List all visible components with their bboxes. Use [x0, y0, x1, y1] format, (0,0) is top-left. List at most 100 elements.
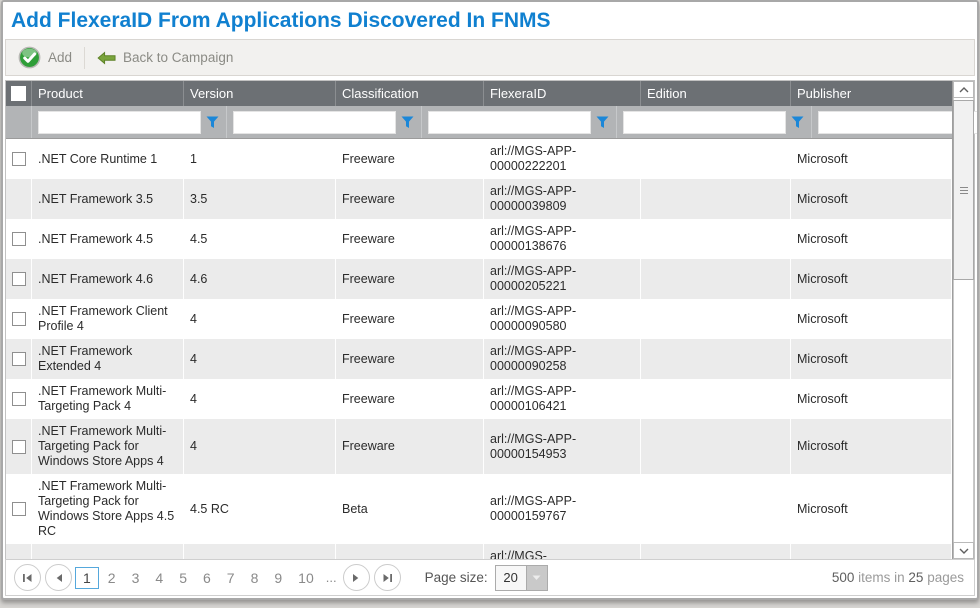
- pager-page[interactable]: 8: [244, 568, 266, 588]
- cell-classification: Beta: [342, 502, 477, 517]
- cell-version: 1: [190, 152, 329, 167]
- pager-page[interactable]: 9: [267, 568, 289, 588]
- pager-page[interactable]: 10: [291, 568, 321, 588]
- back-to-campaign-button[interactable]: Back to Campaign: [91, 47, 239, 68]
- scrollbar-thumb[interactable]: [953, 100, 974, 280]
- table-row[interactable]: .NET Framework Multi-Targeting Pack 4 4 …: [6, 379, 952, 419]
- filter-input-version[interactable]: [233, 111, 396, 134]
- add-check-circle-icon: [18, 46, 41, 69]
- applications-grid: Product Version Classification FlexeraID…: [5, 80, 975, 559]
- cell-classification: Freeware: [342, 152, 477, 167]
- page-title: Add FlexeraID From Applications Discover…: [11, 9, 969, 33]
- cell-publisher: Microsoft: [797, 439, 945, 454]
- cell-publisher: Microsoft: [797, 312, 945, 327]
- cell-product: .NET Framework 3.5: [38, 192, 177, 207]
- page-size-value: 20: [496, 566, 526, 590]
- cell-version: 4: [190, 352, 329, 367]
- cell-classification: Freeware: [342, 439, 477, 454]
- add-button-label: Add: [48, 50, 72, 65]
- row-checkbox[interactable]: [12, 440, 26, 454]
- filter-input-flexeraid[interactable]: [623, 111, 786, 134]
- cell-version: 4: [190, 392, 329, 407]
- cell-publisher: Microsoft: [797, 152, 945, 167]
- cell-flexeraid: arl://MGS-APP-00000039809: [490, 184, 634, 214]
- cell-product: .NET Framework Multi-Targeting Pack for …: [38, 479, 177, 539]
- pager-page[interactable]: 7: [220, 568, 242, 588]
- cell-flexeraid: arl://MGS-APP-00000090580: [490, 304, 634, 334]
- table-row[interactable]: .NET Framework 3.5 3.5 Freeware arl://MG…: [6, 179, 952, 219]
- back-button-label: Back to Campaign: [123, 50, 233, 65]
- cell-classification: Freeware: [342, 272, 477, 287]
- column-header-version[interactable]: Version: [184, 81, 336, 106]
- row-checkbox[interactable]: [12, 392, 26, 406]
- vertical-scrollbar[interactable]: [952, 81, 974, 559]
- table-row[interactable]: .NET Core Runtime 1 1 Freeware arl://MGS…: [6, 139, 952, 179]
- items-count: 500: [832, 570, 855, 585]
- column-header-publisher[interactable]: Publisher: [791, 81, 952, 106]
- pager-ellipsis[interactable]: ...: [326, 570, 337, 585]
- cell-publisher: Microsoft: [797, 232, 945, 247]
- funnel-icon[interactable]: [596, 116, 610, 129]
- scrollbar-track[interactable]: [953, 98, 974, 542]
- chevron-down-icon[interactable]: [526, 566, 547, 590]
- table-row[interactable]: .NET Framework 4.5 4.5 Freeware arl://MG…: [6, 219, 952, 259]
- cell-flexeraid: arl://MGS-APP-00000138676: [490, 224, 634, 254]
- column-header-edition[interactable]: Edition: [641, 81, 791, 106]
- cell-product: .NET Core Runtime 1: [38, 152, 177, 167]
- filter-input-product[interactable]: [38, 111, 201, 134]
- row-checkbox[interactable]: [12, 352, 26, 366]
- funnel-icon[interactable]: [791, 116, 805, 129]
- first-page-icon[interactable]: [14, 564, 41, 591]
- cell-publisher: Microsoft: [797, 352, 945, 367]
- filter-input-classification[interactable]: [428, 111, 591, 134]
- pager-page[interactable]: 4: [148, 568, 170, 588]
- toolbar-divider: [84, 47, 85, 69]
- toolbar: Add Back to Campaign: [5, 39, 975, 76]
- cell-version: 4: [190, 439, 329, 454]
- pager-info: 500 items in 25 pages: [832, 570, 968, 585]
- row-checkbox[interactable]: [12, 272, 26, 286]
- filter-cell-empty: [6, 106, 32, 138]
- add-button[interactable]: Add: [12, 43, 78, 72]
- cell-product: .NET Framework 4.5: [38, 232, 177, 247]
- page-size-label: Page size:: [425, 570, 488, 585]
- last-page-icon[interactable]: [374, 564, 401, 591]
- items-text: items in: [854, 570, 908, 585]
- column-header-classification[interactable]: Classification: [336, 81, 484, 106]
- cell-publisher: Microsoft: [797, 392, 945, 407]
- row-checkbox[interactable]: [12, 502, 26, 516]
- table-row[interactable]: .NET Framework Multi-Targeting Pack for …: [6, 419, 952, 474]
- pager-page-current[interactable]: 1: [75, 567, 99, 589]
- scroll-down-icon[interactable]: [953, 542, 974, 559]
- back-left-arrow-icon: [97, 51, 116, 65]
- prev-page-icon[interactable]: [45, 564, 72, 591]
- scroll-up-icon[interactable]: [953, 81, 974, 98]
- pages-text: pages: [923, 570, 964, 585]
- row-checkbox[interactable]: [12, 312, 26, 326]
- pager-page[interactable]: 3: [125, 568, 147, 588]
- table-row[interactable]: .NET Framework Multi-Targeting Pack for …: [6, 474, 952, 544]
- column-header-product[interactable]: Product: [32, 81, 184, 106]
- pager-page[interactable]: 6: [196, 568, 218, 588]
- table-row[interactable]: .NET Framework Client Profile 4 4 Freewa…: [6, 299, 952, 339]
- cell-publisher: Microsoft: [797, 502, 945, 517]
- table-row[interactable]: .NET Framework Extended 4 4 Freeware arl…: [6, 339, 952, 379]
- cell-flexeraid: arl://MGS-APP-00000205221: [490, 264, 634, 294]
- funnel-icon[interactable]: [401, 116, 415, 129]
- row-checkbox[interactable]: [12, 152, 26, 166]
- grid-rows: .NET Core Runtime 1 1 Freeware arl://MGS…: [6, 139, 952, 559]
- table-row-partial[interactable]: arl://MGS-: [6, 544, 952, 559]
- pager-page[interactable]: 2: [101, 568, 123, 588]
- cell-flexeraid: arl://MGS-: [490, 549, 634, 559]
- table-row[interactable]: .NET Framework 4.6 4.6 Freeware arl://MG…: [6, 259, 952, 299]
- column-header-flexeraid[interactable]: FlexeraID: [484, 81, 641, 106]
- select-all-checkbox[interactable]: [11, 86, 26, 101]
- row-checkbox[interactable]: [12, 232, 26, 246]
- funnel-icon[interactable]: [206, 116, 220, 129]
- page-size-dropdown[interactable]: 20: [495, 565, 548, 591]
- cell-flexeraid: arl://MGS-APP-00000159767: [490, 494, 634, 524]
- next-page-icon[interactable]: [343, 564, 370, 591]
- cell-flexeraid: arl://MGS-APP-00000222201: [490, 144, 634, 174]
- pager-page[interactable]: 5: [172, 568, 194, 588]
- empty-checkbox-cell: [6, 544, 32, 559]
